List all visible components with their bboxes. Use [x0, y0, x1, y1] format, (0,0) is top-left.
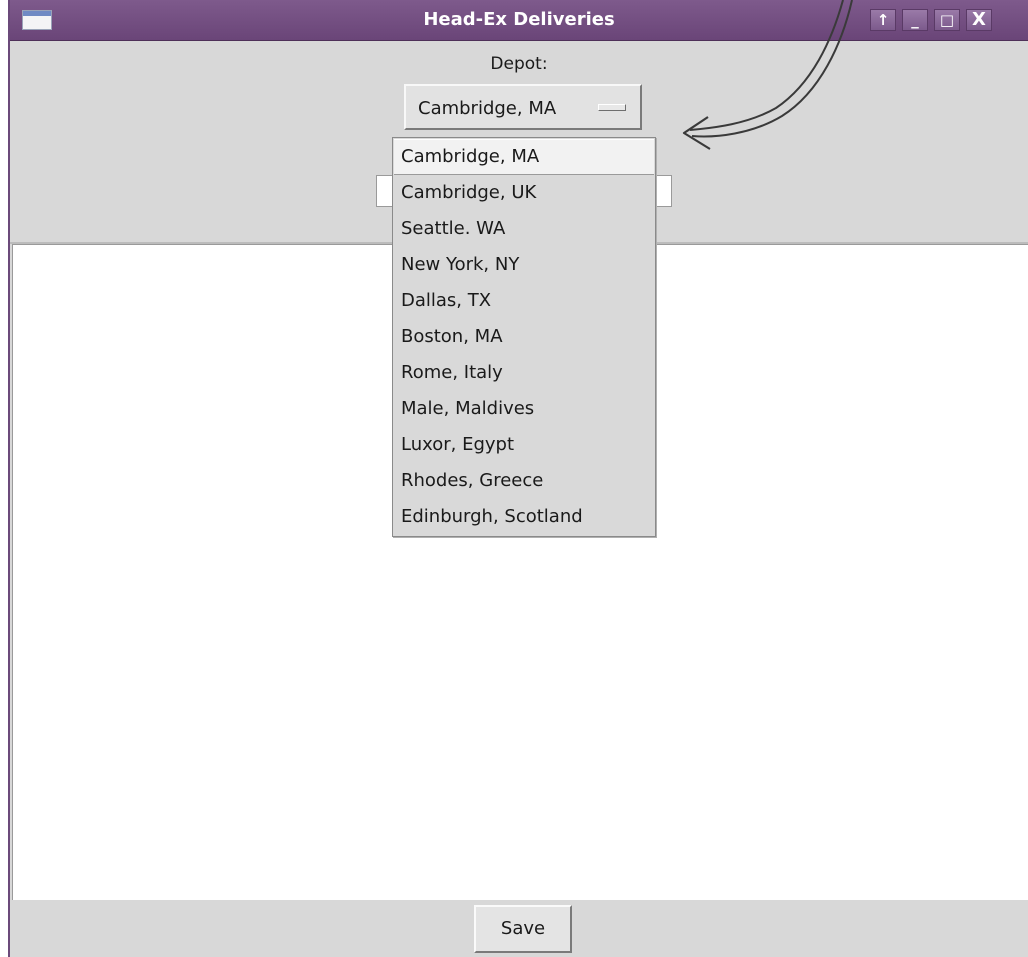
save-button[interactable]: Save	[474, 905, 572, 953]
dropdown-option[interactable]: Luxor, Egypt	[394, 427, 654, 463]
dropdown-option[interactable]: Rome, Italy	[394, 355, 654, 391]
option-menu-indicator-icon	[598, 104, 626, 111]
dropdown-option[interactable]: Cambridge, UK	[394, 175, 654, 211]
title-bar[interactable]: Head-Ex Deliveries ↑ _ □ X	[10, 0, 1028, 41]
depot-label: Depot:	[490, 54, 548, 74]
minimize-button[interactable]: _	[902, 9, 928, 31]
dropdown-option[interactable]: Cambridge, MA	[394, 139, 654, 175]
depot-dropdown-list[interactable]: Cambridge, MA Cambridge, UK Seattle. WA …	[392, 137, 656, 537]
dropdown-option[interactable]: Seattle. WA	[394, 211, 654, 247]
dropdown-option[interactable]: Rhodes, Greece	[394, 463, 654, 499]
close-button[interactable]: X	[966, 9, 992, 31]
dropdown-option[interactable]: Boston, MA	[394, 319, 654, 355]
maximize-button[interactable]: □	[934, 9, 960, 31]
depot-select[interactable]: Cambridge, MA	[404, 84, 642, 130]
dropdown-option[interactable]: Edinburgh, Scotland	[394, 499, 654, 535]
dropdown-option[interactable]: Dallas, TX	[394, 283, 654, 319]
depot-select-value: Cambridge, MA	[418, 98, 557, 119]
shade-up-button[interactable]: ↑	[870, 9, 896, 31]
dropdown-option[interactable]: New York, NY	[394, 247, 654, 283]
dropdown-option[interactable]: Male, Maldives	[394, 391, 654, 427]
